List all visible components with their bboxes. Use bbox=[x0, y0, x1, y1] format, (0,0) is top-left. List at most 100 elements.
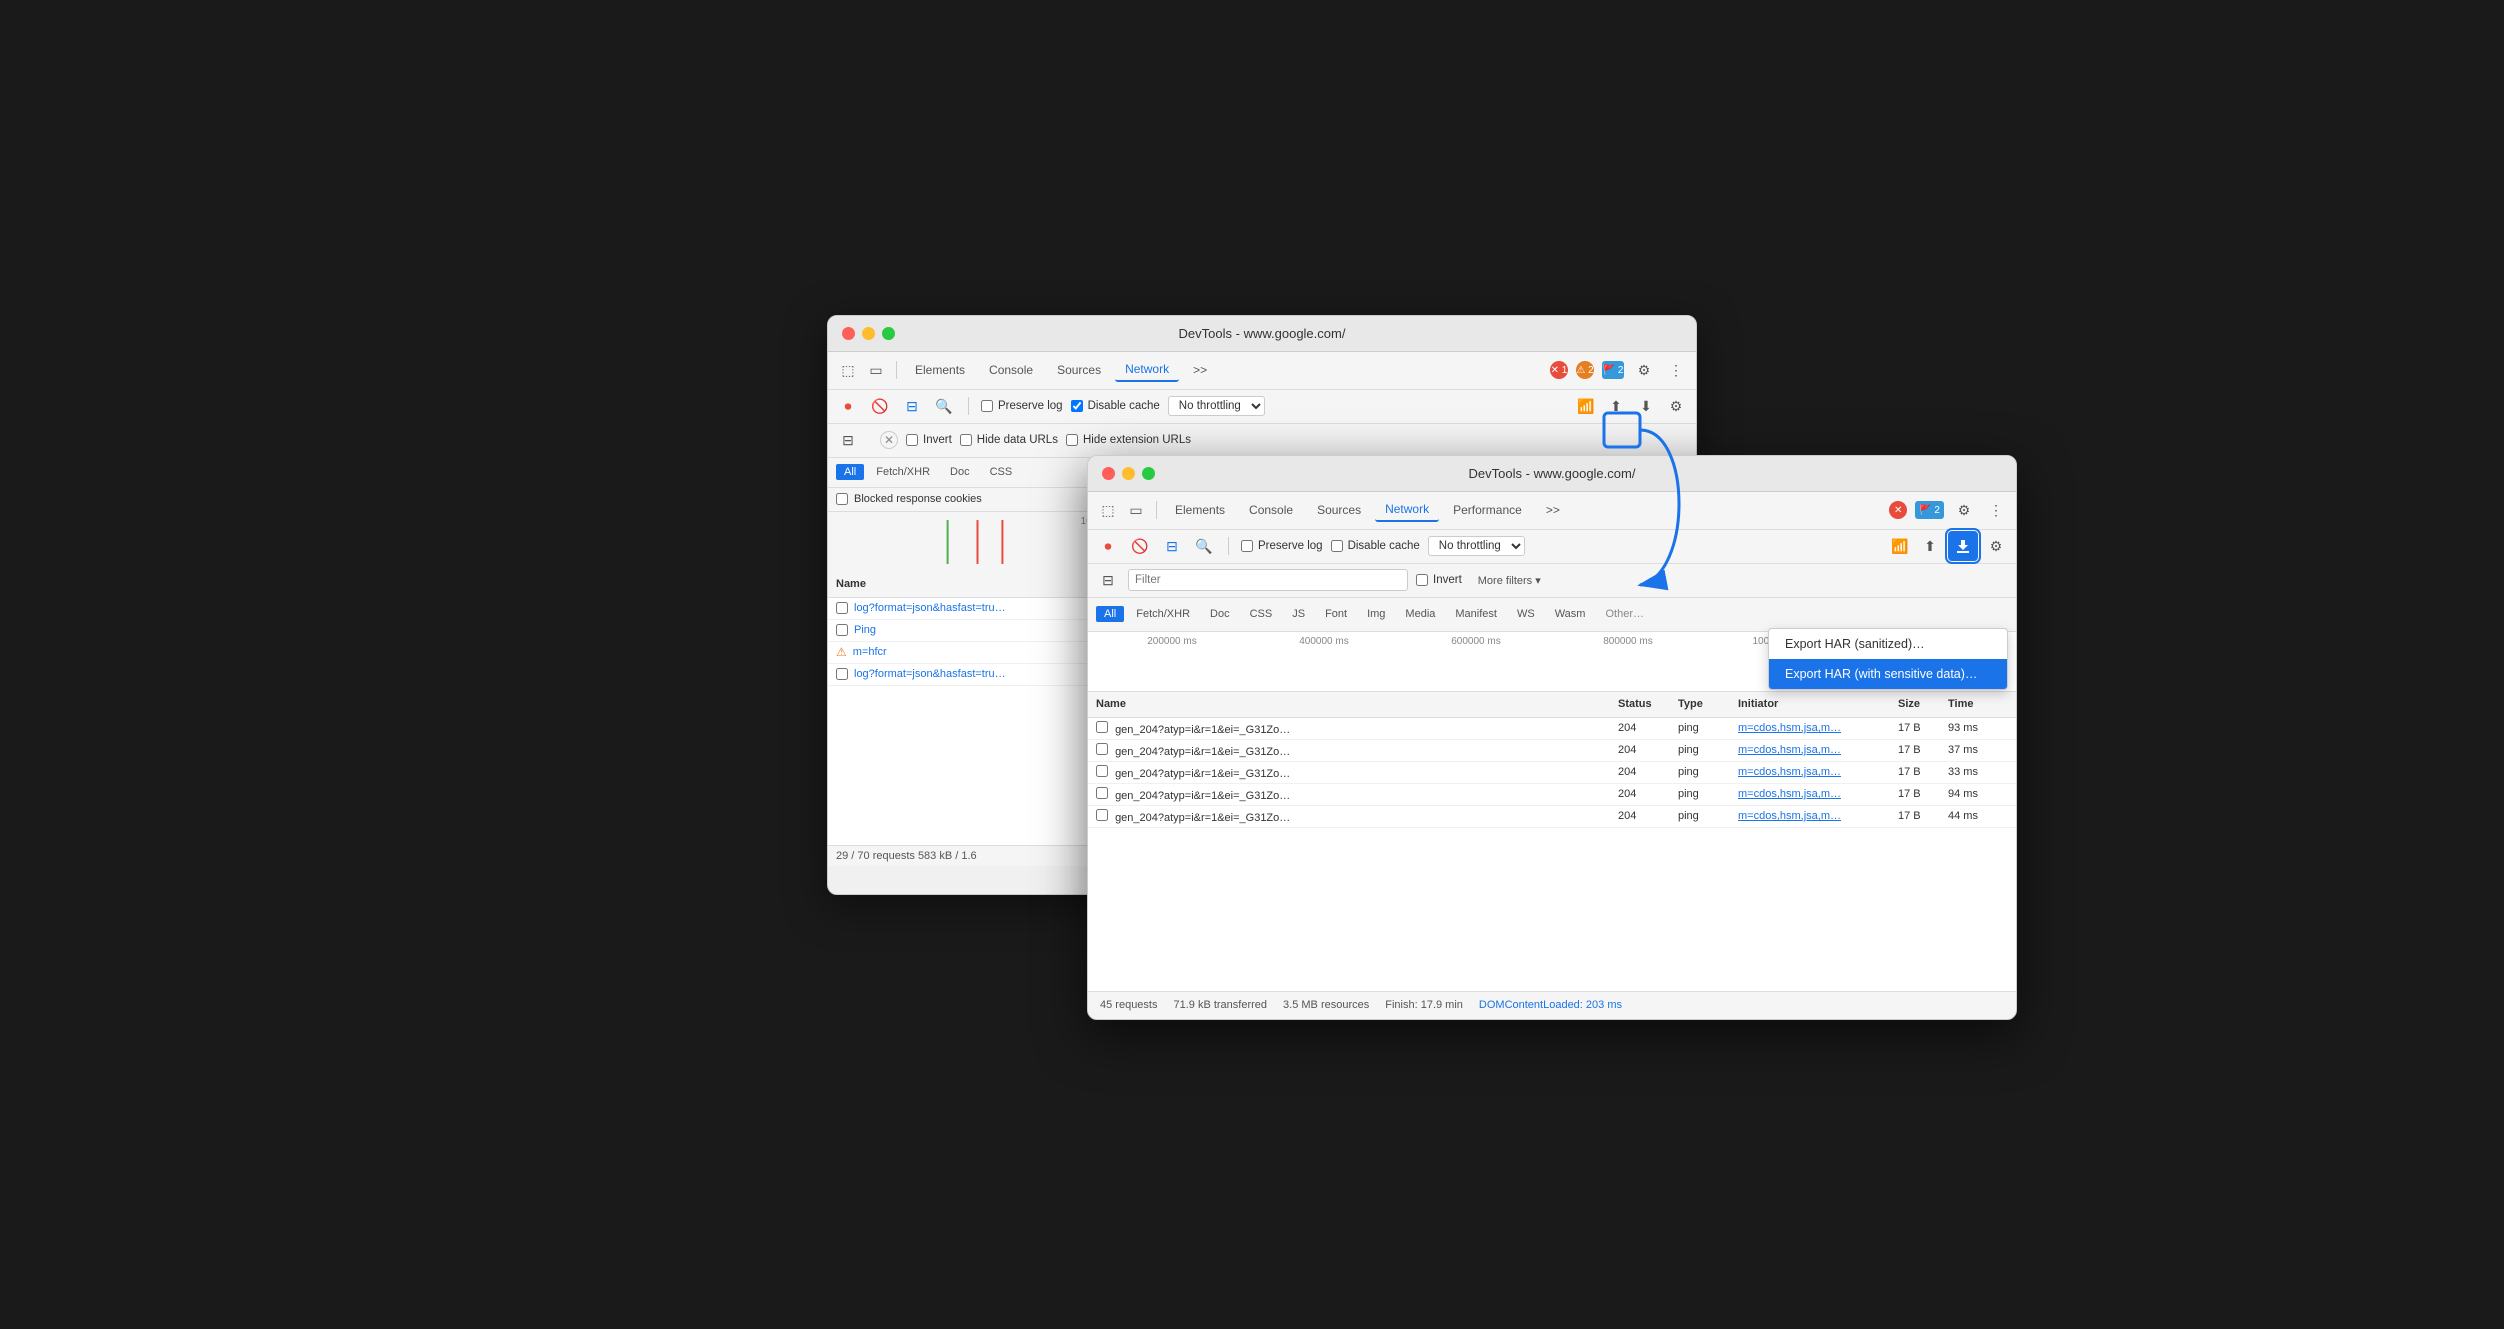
inspect-icon[interactable]: ⬚ bbox=[836, 358, 860, 382]
front-type-ws[interactable]: WS bbox=[1509, 606, 1543, 622]
preserve-log-checkbox[interactable] bbox=[981, 400, 993, 412]
filter-icon[interactable]: ⊟ bbox=[900, 394, 924, 418]
stop-recording-icon[interactable]: ⏺ bbox=[836, 394, 860, 418]
disable-cache-label[interactable]: Disable cache bbox=[1071, 400, 1160, 412]
blocked-checkbox[interactable] bbox=[836, 493, 848, 505]
front-throttle-select[interactable]: No throttling bbox=[1428, 536, 1525, 556]
back-table-row-0[interactable]: log?format=json&hasfast=tru… bbox=[828, 598, 1127, 620]
front-table-row-3[interactable]: gen_204?atyp=i&r=1&ei=_G31Zo… 204 ping m… bbox=[1088, 784, 2016, 806]
row2-checkbox[interactable] bbox=[1096, 765, 1108, 777]
hide-extension-urls-label[interactable]: Hide extension URLs bbox=[1066, 434, 1191, 446]
front-more-icon[interactable]: ⋮ bbox=[1984, 498, 2008, 522]
disable-cache-checkbox[interactable] bbox=[1071, 400, 1083, 412]
front-type-media[interactable]: Media bbox=[1397, 606, 1443, 622]
row3-checkbox[interactable] bbox=[1096, 787, 1108, 799]
front-filter-toggle-icon[interactable]: ⊟ bbox=[1096, 568, 1120, 592]
close-button[interactable] bbox=[842, 327, 855, 340]
td-initiator-0[interactable]: m=cdos,hsm,jsa,m… bbox=[1738, 722, 1898, 734]
invert-label[interactable]: Invert bbox=[906, 434, 952, 446]
front-tab-performance[interactable]: Performance bbox=[1443, 499, 1532, 521]
row1-checkbox[interactable] bbox=[1096, 743, 1108, 755]
front-invert-label[interactable]: Invert bbox=[1416, 574, 1462, 586]
front-upload-icon[interactable]: ⬆ bbox=[1918, 534, 1942, 558]
type-tab-all[interactable]: All bbox=[836, 464, 864, 480]
front-maximize-button[interactable] bbox=[1142, 467, 1155, 480]
front-type-all[interactable]: All bbox=[1096, 606, 1124, 622]
filter-clear-icon[interactable]: ✕ bbox=[880, 431, 898, 449]
front-invert-checkbox[interactable] bbox=[1416, 574, 1428, 586]
front-clear-icon[interactable]: 🚫 bbox=[1128, 534, 1152, 558]
back-table-row-1[interactable]: Ping bbox=[828, 620, 1127, 642]
maximize-button[interactable] bbox=[882, 327, 895, 340]
search-icon[interactable]: 🔍 bbox=[932, 394, 956, 418]
tab-elements[interactable]: Elements bbox=[905, 359, 975, 381]
preserve-log-label[interactable]: Preserve log bbox=[981, 400, 1063, 412]
export-har-sensitive-btn[interactable]: Export HAR (with sensitive data)… bbox=[1769, 659, 2007, 689]
front-wifi-icon[interactable]: 📶 bbox=[1888, 534, 1912, 558]
front-stop-icon[interactable]: ⏺ bbox=[1096, 534, 1120, 558]
front-settings-icon[interactable]: ⚙ bbox=[1952, 498, 1976, 522]
front-more-filters-btn[interactable]: More filters ▾ bbox=[1470, 568, 1549, 592]
row4-checkbox[interactable] bbox=[1096, 809, 1108, 821]
hide-data-urls-checkbox[interactable] bbox=[960, 434, 972, 446]
tab-network[interactable]: Network bbox=[1115, 358, 1179, 382]
front-table-row-1[interactable]: gen_204?atyp=i&r=1&ei=_G31Zo… 204 ping m… bbox=[1088, 740, 2016, 762]
front-inspect-icon[interactable]: ⬚ bbox=[1096, 498, 1120, 522]
front-tab-sources[interactable]: Sources bbox=[1307, 499, 1371, 521]
wifi-icon[interactable]: 📶 bbox=[1574, 394, 1598, 418]
front-filter-icon[interactable]: ⊟ bbox=[1160, 534, 1184, 558]
minimize-button[interactable] bbox=[862, 327, 875, 340]
front-type-other[interactable]: Other… bbox=[1597, 606, 1652, 622]
clear-icon[interactable]: 🚫 bbox=[868, 394, 892, 418]
row-checkbox-1[interactable] bbox=[836, 624, 848, 636]
front-filter-input[interactable] bbox=[1128, 569, 1408, 591]
front-type-font[interactable]: Font bbox=[1317, 606, 1355, 622]
front-preserve-log-checkbox[interactable] bbox=[1241, 540, 1253, 552]
settings-network-icon[interactable]: ⚙ bbox=[1664, 394, 1688, 418]
front-tab-console[interactable]: Console bbox=[1239, 499, 1303, 521]
front-disable-cache-checkbox[interactable] bbox=[1331, 540, 1343, 552]
front-type-doc[interactable]: Doc bbox=[1202, 606, 1238, 622]
front-type-js[interactable]: JS bbox=[1284, 606, 1313, 622]
hide-data-urls-label[interactable]: Hide data URLs bbox=[960, 434, 1058, 446]
row0-checkbox[interactable] bbox=[1096, 721, 1108, 733]
throttle-select[interactable]: No throttling bbox=[1168, 396, 1265, 416]
filter-icon-2[interactable]: ⊟ bbox=[836, 428, 860, 452]
front-settings-network-icon[interactable]: ⚙ bbox=[1984, 534, 2008, 558]
row-checkbox-3[interactable] bbox=[836, 668, 848, 680]
front-table-row-4[interactable]: gen_204?atyp=i&r=1&ei=_G31Zo… 204 ping m… bbox=[1088, 806, 2016, 828]
tab-sources[interactable]: Sources bbox=[1047, 359, 1111, 381]
front-type-wasm[interactable]: Wasm bbox=[1547, 606, 1594, 622]
tab-more[interactable]: >> bbox=[1183, 359, 1217, 381]
type-tab-doc[interactable]: Doc bbox=[942, 464, 978, 480]
type-tab-css[interactable]: CSS bbox=[982, 464, 1021, 480]
invert-checkbox[interactable] bbox=[906, 434, 918, 446]
front-type-manifest[interactable]: Manifest bbox=[1447, 606, 1505, 622]
front-disable-cache-label[interactable]: Disable cache bbox=[1331, 540, 1420, 552]
type-tab-fetchxhr[interactable]: Fetch/XHR bbox=[868, 464, 938, 480]
td-initiator-3[interactable]: m=cdos,hsm,jsa,m… bbox=[1738, 788, 1898, 800]
td-initiator-4[interactable]: m=cdos,hsm,jsa,m… bbox=[1738, 810, 1898, 822]
download-icon-back[interactable]: ⬇ bbox=[1634, 394, 1658, 418]
row-checkbox-0[interactable] bbox=[836, 602, 848, 614]
export-har-sanitized-btn[interactable]: Export HAR (sanitized)… bbox=[1769, 629, 2007, 659]
front-table-row-0[interactable]: gen_204?atyp=i&r=1&ei=_G31Zo… 204 ping m… bbox=[1088, 718, 2016, 740]
front-close-button[interactable] bbox=[1102, 467, 1115, 480]
upload-icon[interactable]: ⬆ bbox=[1604, 394, 1628, 418]
device-icon[interactable]: ▭ bbox=[864, 358, 888, 382]
more-icon[interactable]: ⋮ bbox=[1664, 358, 1688, 382]
tab-console[interactable]: Console bbox=[979, 359, 1043, 381]
front-type-fetchxhr[interactable]: Fetch/XHR bbox=[1128, 606, 1198, 622]
back-table-row-3[interactable]: log?format=json&hasfast=tru… bbox=[828, 664, 1127, 686]
front-minimize-button[interactable] bbox=[1122, 467, 1135, 480]
front-download-btn[interactable] bbox=[1948, 531, 1978, 561]
td-initiator-1[interactable]: m=cdos,hsm,jsa,m… bbox=[1738, 744, 1898, 756]
td-initiator-2[interactable]: m=cdos,hsm,jsa,m… bbox=[1738, 766, 1898, 778]
front-search-icon[interactable]: 🔍 bbox=[1192, 534, 1216, 558]
front-tab-elements[interactable]: Elements bbox=[1165, 499, 1235, 521]
hide-extension-urls-checkbox[interactable] bbox=[1066, 434, 1078, 446]
front-tab-network[interactable]: Network bbox=[1375, 498, 1439, 522]
front-tab-more[interactable]: >> bbox=[1536, 499, 1570, 521]
front-device-icon[interactable]: ▭ bbox=[1124, 498, 1148, 522]
front-type-css[interactable]: CSS bbox=[1242, 606, 1281, 622]
